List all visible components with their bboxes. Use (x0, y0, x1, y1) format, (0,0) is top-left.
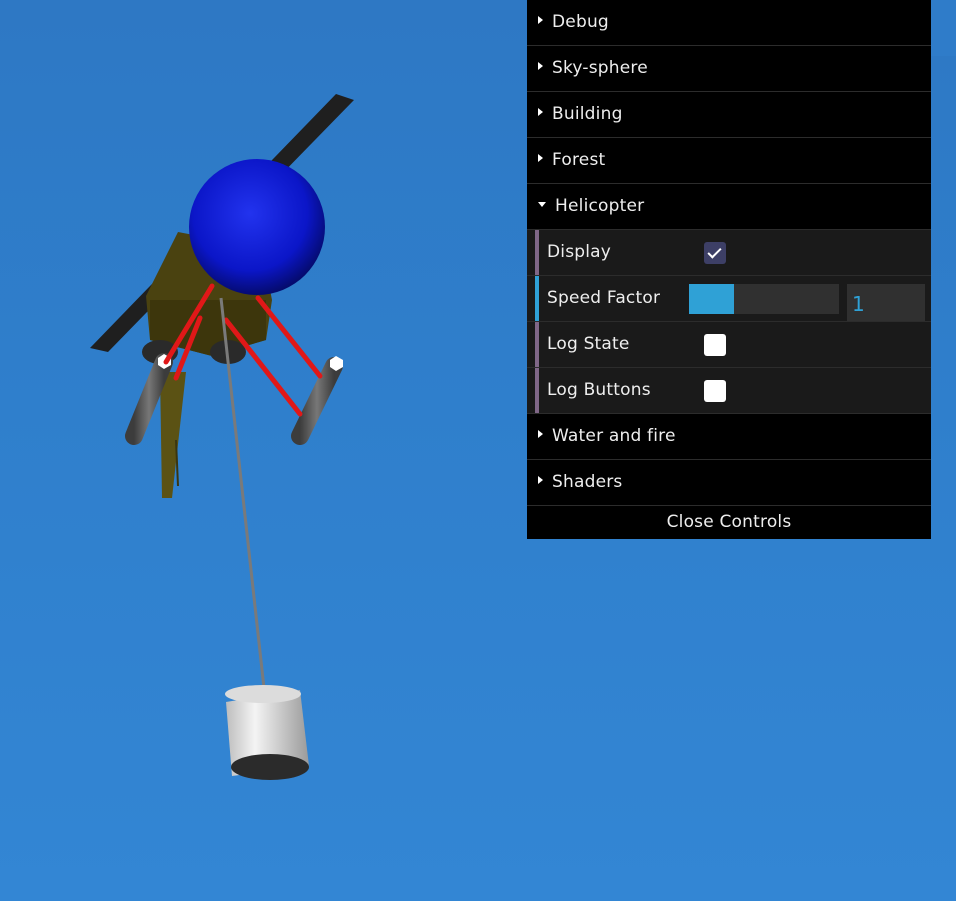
log-state-label: Log State (547, 334, 630, 354)
folder-sky-sphere[interactable]: Sky-sphere (527, 46, 931, 92)
speed-factor-slider[interactable] (689, 284, 839, 314)
log-state-row[interactable]: Log State (527, 322, 931, 368)
folder-shaders[interactable]: Shaders (527, 460, 931, 506)
triangle-right-icon (538, 430, 543, 438)
folder-water-and-fire[interactable]: Water and fire (527, 414, 931, 460)
folder-helicopter[interactable]: Helicopter (527, 184, 931, 230)
speed-factor-input[interactable]: 1 (847, 284, 925, 321)
folder-label: Water and fire (552, 426, 676, 446)
log-buttons-checkbox[interactable] (704, 380, 726, 402)
folder-building[interactable]: Building (527, 92, 931, 138)
log-buttons-label: Log Buttons (547, 380, 651, 400)
folder-label: Forest (552, 150, 606, 170)
folder-forest[interactable]: Forest (527, 138, 931, 184)
folder-label: Debug (552, 12, 609, 32)
folder-label: Sky-sphere (552, 58, 648, 78)
triangle-right-icon (538, 154, 543, 162)
speed-factor-slider-fill (689, 284, 734, 314)
right-skid (291, 356, 343, 445)
triangle-right-icon (538, 476, 543, 484)
water-bucket (225, 685, 309, 780)
controls-panel: Debug Sky-sphere Building Forest Helicop… (527, 0, 931, 539)
close-controls-button[interactable]: Close Controls (527, 506, 931, 539)
folder-label: Shaders (552, 472, 623, 492)
speed-factor-label: Speed Factor (547, 288, 661, 308)
display-row[interactable]: Display (527, 230, 931, 276)
folder-debug[interactable]: Debug (527, 0, 931, 46)
display-checkbox[interactable] (704, 242, 726, 264)
folder-label: Helicopter (555, 196, 645, 216)
triangle-down-icon (538, 201, 546, 207)
log-buttons-row[interactable]: Log Buttons (527, 368, 931, 414)
speed-factor-row: Speed Factor 1 (527, 276, 931, 322)
viewport-corner (928, 0, 956, 56)
triangle-right-icon (538, 16, 543, 24)
folder-label: Building (552, 104, 623, 124)
tail-boom (160, 372, 186, 498)
triangle-right-icon (538, 108, 543, 116)
log-state-checkbox[interactable] (704, 334, 726, 356)
cockpit-sphere (189, 159, 325, 295)
display-label: Display (547, 242, 612, 262)
triangle-right-icon (538, 62, 543, 70)
